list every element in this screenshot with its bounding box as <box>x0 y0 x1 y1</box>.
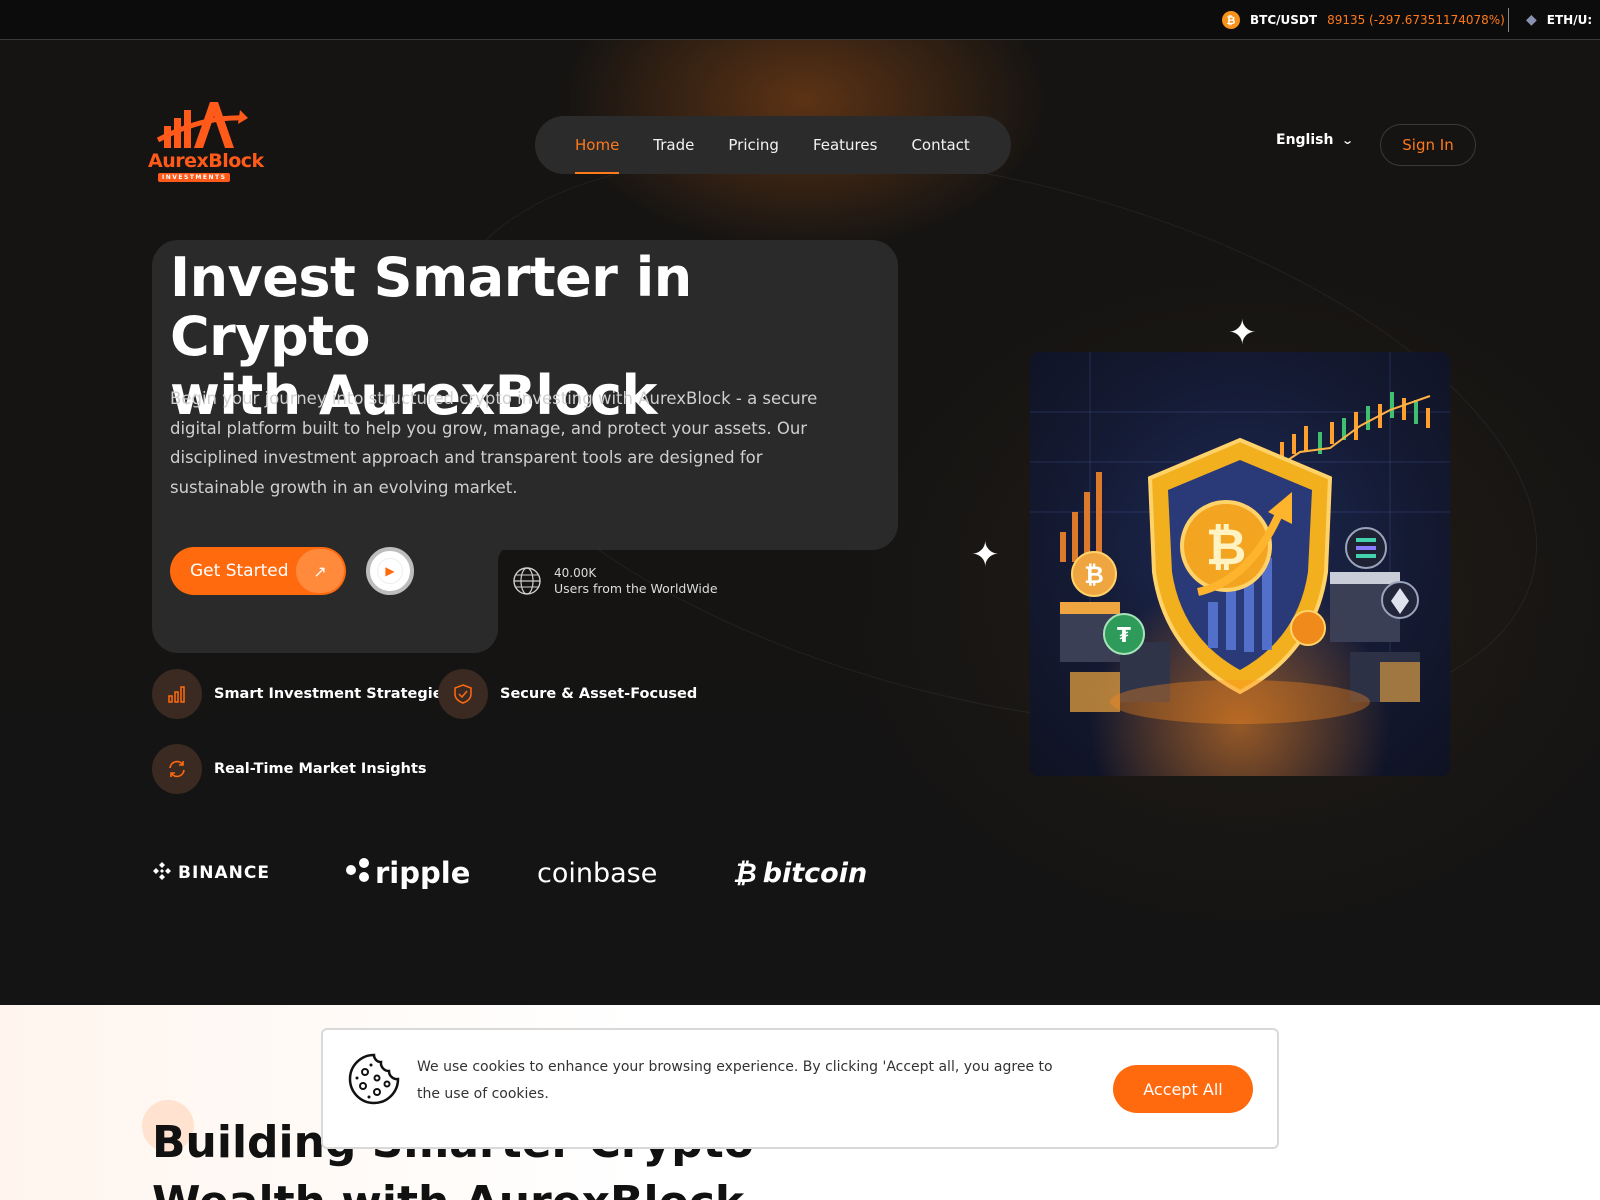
ticker-pair: ETH/U: <box>1546 13 1593 27</box>
binance-icon <box>152 861 172 886</box>
cookie-icon <box>348 1053 400 1105</box>
brand-name: AurexBlock <box>148 150 264 172</box>
get-started-label: Get Started <box>190 561 289 581</box>
arrow-up-right-icon: ↗ <box>296 549 344 593</box>
sparkle-icon: ✦ <box>971 535 1000 575</box>
svg-text:₿: ₿ <box>1084 561 1104 589</box>
sign-in-button[interactable]: Sign In <box>1380 124 1476 166</box>
language-label: English <box>1276 132 1334 148</box>
users-count: 40.00K <box>554 566 597 580</box>
feature-label: Real-Time Market Insights <box>214 761 427 777</box>
nav-features[interactable]: Features <box>813 116 878 174</box>
ticker-price: 89135 (-297.67351174078%) <box>1327 13 1505 27</box>
nav-contact[interactable]: Contact <box>911 116 969 174</box>
partner-name: ripple <box>375 856 471 890</box>
hero-description: Begin your journey into structured crypt… <box>170 389 818 497</box>
ticker-item-btc[interactable]: ₿ BTC/USDT 89135 (-297.67351174078%) <box>1222 0 1505 39</box>
accept-all-button[interactable]: Accept All <box>1113 1065 1253 1113</box>
partner-binance: BINANCE <box>152 848 270 898</box>
partner-bitcoin: ₿ bitcoin <box>733 848 867 898</box>
get-started-button[interactable]: Get Started ↗ <box>170 547 346 595</box>
ticker-item-eth[interactable]: ◆ ETH/U: <box>1526 0 1593 39</box>
play-icon: ▶ <box>378 559 402 583</box>
price-ticker: ₿ BTC/USDT 89135 (-297.67351174078%) ◆ E… <box>0 0 1600 40</box>
sparkle-icon: ✦ <box>1228 313 1257 353</box>
feature-market-insights: Real-Time Market Insights <box>152 744 427 794</box>
globe-icon <box>513 567 541 595</box>
brand-tagline: INVESTMENTS <box>158 173 231 182</box>
partner-name: coinbase <box>537 857 658 889</box>
feature-label: Smart Investment Strategies <box>214 686 452 702</box>
feature-smart-strategies: Smart Investment Strategies <box>152 669 451 719</box>
feature-secure: Secure & Asset-Focused <box>438 669 697 719</box>
partner-coinbase: coinbase <box>537 848 657 898</box>
svg-text:₮: ₮ <box>1117 623 1131 647</box>
crypto-shield-illustration: ₿ ₿ ₮ <box>1030 352 1450 724</box>
nav-home[interactable]: Home <box>575 116 620 174</box>
main-nav: Home Trade Pricing Features Contact <box>535 116 1011 174</box>
hero-title-line1: Invest Smarter in Crypto <box>170 246 692 368</box>
brand-logo[interactable]: AurexBlock INVESTMENTS <box>148 96 264 186</box>
ticker-pair: BTC/USDT <box>1250 13 1318 27</box>
cookie-banner: We use cookies to enhance your browsing … <box>321 1028 1279 1149</box>
partner-name: BINANCE <box>178 863 270 883</box>
logo-mark-icon <box>156 102 248 148</box>
hero-illustration: ₿ ₿ ₮ <box>1030 352 1450 776</box>
chart-bars-icon <box>152 669 202 719</box>
nav-trade[interactable]: Trade <box>653 116 694 174</box>
section-title-line2: Wealth with AurexBlock <box>152 1177 744 1200</box>
hero-section: AurexBlock INVESTMENTS Home Trade Pricin… <box>0 40 1600 1005</box>
partner-name: bitcoin <box>762 857 868 889</box>
play-video-button[interactable]: ▶ <box>366 547 414 595</box>
ticker-divider <box>1508 8 1509 32</box>
users-stat: 40.00K Users from the WorldWide <box>512 565 718 597</box>
ripple-icon <box>345 856 371 890</box>
cookie-message: We use cookies to enhance your browsing … <box>417 1059 1053 1102</box>
shield-check-icon <box>438 669 488 719</box>
bitcoin-icon: ₿ <box>733 857 757 889</box>
users-label: Users from the WorldWide <box>554 581 718 596</box>
chevron-down-icon: ⌄ <box>1341 133 1355 147</box>
language-select[interactable]: English ⌄ <box>1276 132 1355 148</box>
eth-icon: ◆ <box>1526 12 1537 28</box>
nav-pricing[interactable]: Pricing <box>728 116 779 174</box>
partner-logos: BINANCE ripple coinbase ₿ bitcoin <box>0 848 1600 898</box>
partner-ripple: ripple <box>345 848 470 898</box>
btc-icon: ₿ <box>1222 11 1240 29</box>
refresh-icon <box>152 744 202 794</box>
feature-label: Secure & Asset-Focused <box>500 686 698 702</box>
hero-card-notch <box>497 540 521 564</box>
